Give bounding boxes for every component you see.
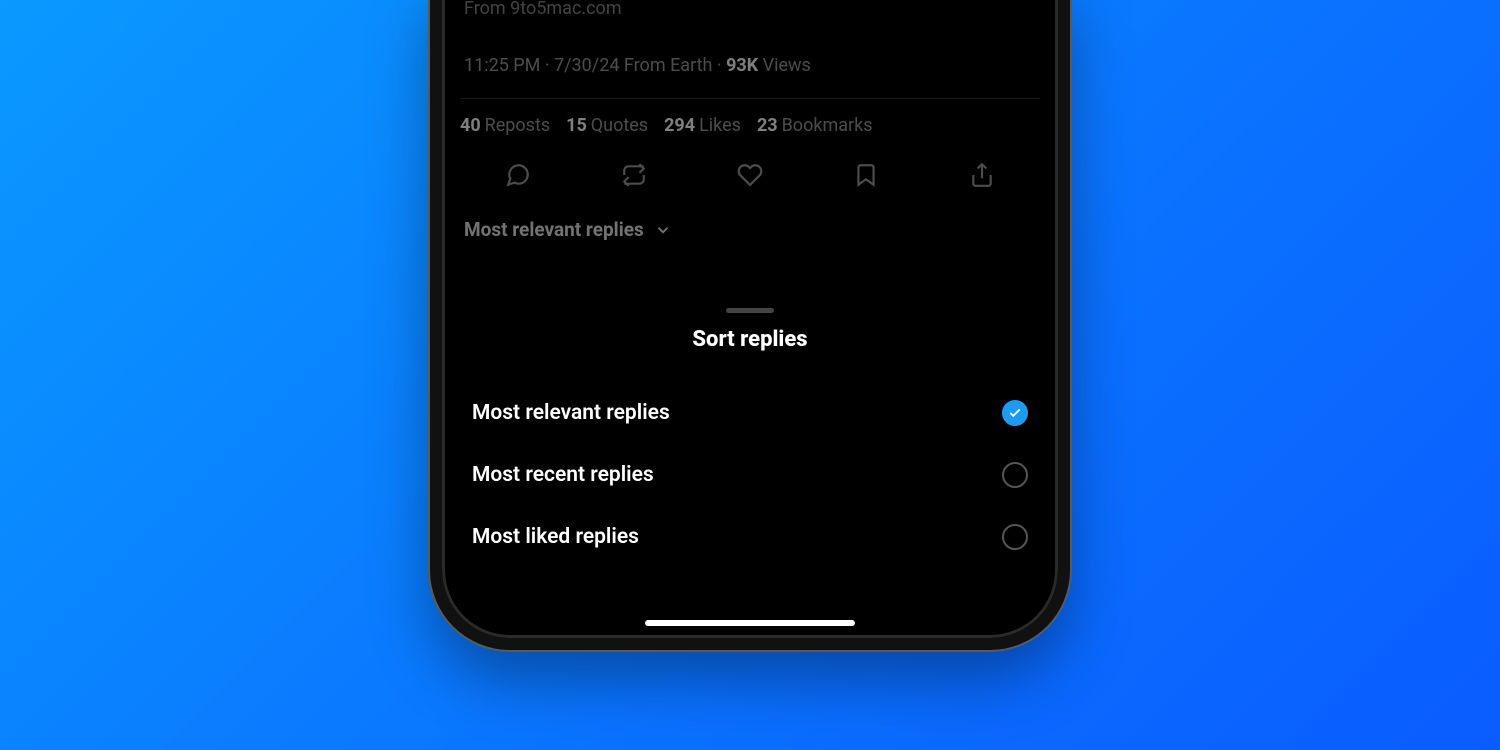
engagement-stats: 40Reposts 15Quotes 294Likes 23Bookmarks: [460, 115, 1040, 136]
home-indicator[interactable]: [645, 620, 855, 626]
repost-icon: [621, 162, 647, 192]
sort-option-most-recent[interactable]: Most recent replies: [470, 444, 1030, 506]
sheet-grabber[interactable]: [726, 308, 774, 313]
sort-replies-sheet[interactable]: Sort replies Most relevant replies Most …: [442, 294, 1058, 638]
share-icon: [969, 162, 995, 192]
background-post: iPhone 16 colors and redesigned camera b…: [442, 0, 1058, 261]
likes-stat: 294Likes: [664, 115, 741, 136]
divider: [460, 98, 1040, 99]
screen: iPhone 16 colors and redesigned camera b…: [442, 0, 1058, 638]
current-sort-label: Most relevant replies: [464, 218, 644, 241]
chevron-down-icon: [654, 221, 672, 239]
reposts-stat: 40Reposts: [460, 115, 550, 136]
phone-frame: iPhone 16 colors and redesigned camera b…: [430, 0, 1070, 650]
sort-option-label: Most liked replies: [472, 525, 639, 549]
quotes-stat: 15Quotes: [566, 115, 648, 136]
post-meta: 11:25 PM · 7/30/24 From Earth · 93K View…: [464, 55, 1036, 76]
reply-icon: [505, 162, 531, 192]
bookmark-icon: [853, 162, 879, 192]
like-icon: [737, 162, 763, 192]
action-bar: [460, 162, 1040, 192]
sort-option-most-liked[interactable]: Most liked replies: [470, 506, 1030, 568]
sheet-title: Sort replies: [470, 327, 1030, 352]
radio-selected-icon[interactable]: [1002, 400, 1028, 426]
link-source: From 9to5mac.com: [464, 0, 1036, 19]
radio-unselected-icon[interactable]: [1002, 524, 1028, 550]
radio-unselected-icon[interactable]: [1002, 462, 1028, 488]
sort-option-most-relevant[interactable]: Most relevant replies: [470, 382, 1030, 444]
sort-option-label: Most recent replies: [472, 463, 654, 487]
bookmarks-stat: 23Bookmarks: [757, 115, 873, 136]
sort-option-label: Most relevant replies: [472, 401, 670, 425]
current-sort-dropdown: Most relevant replies: [464, 218, 1036, 241]
